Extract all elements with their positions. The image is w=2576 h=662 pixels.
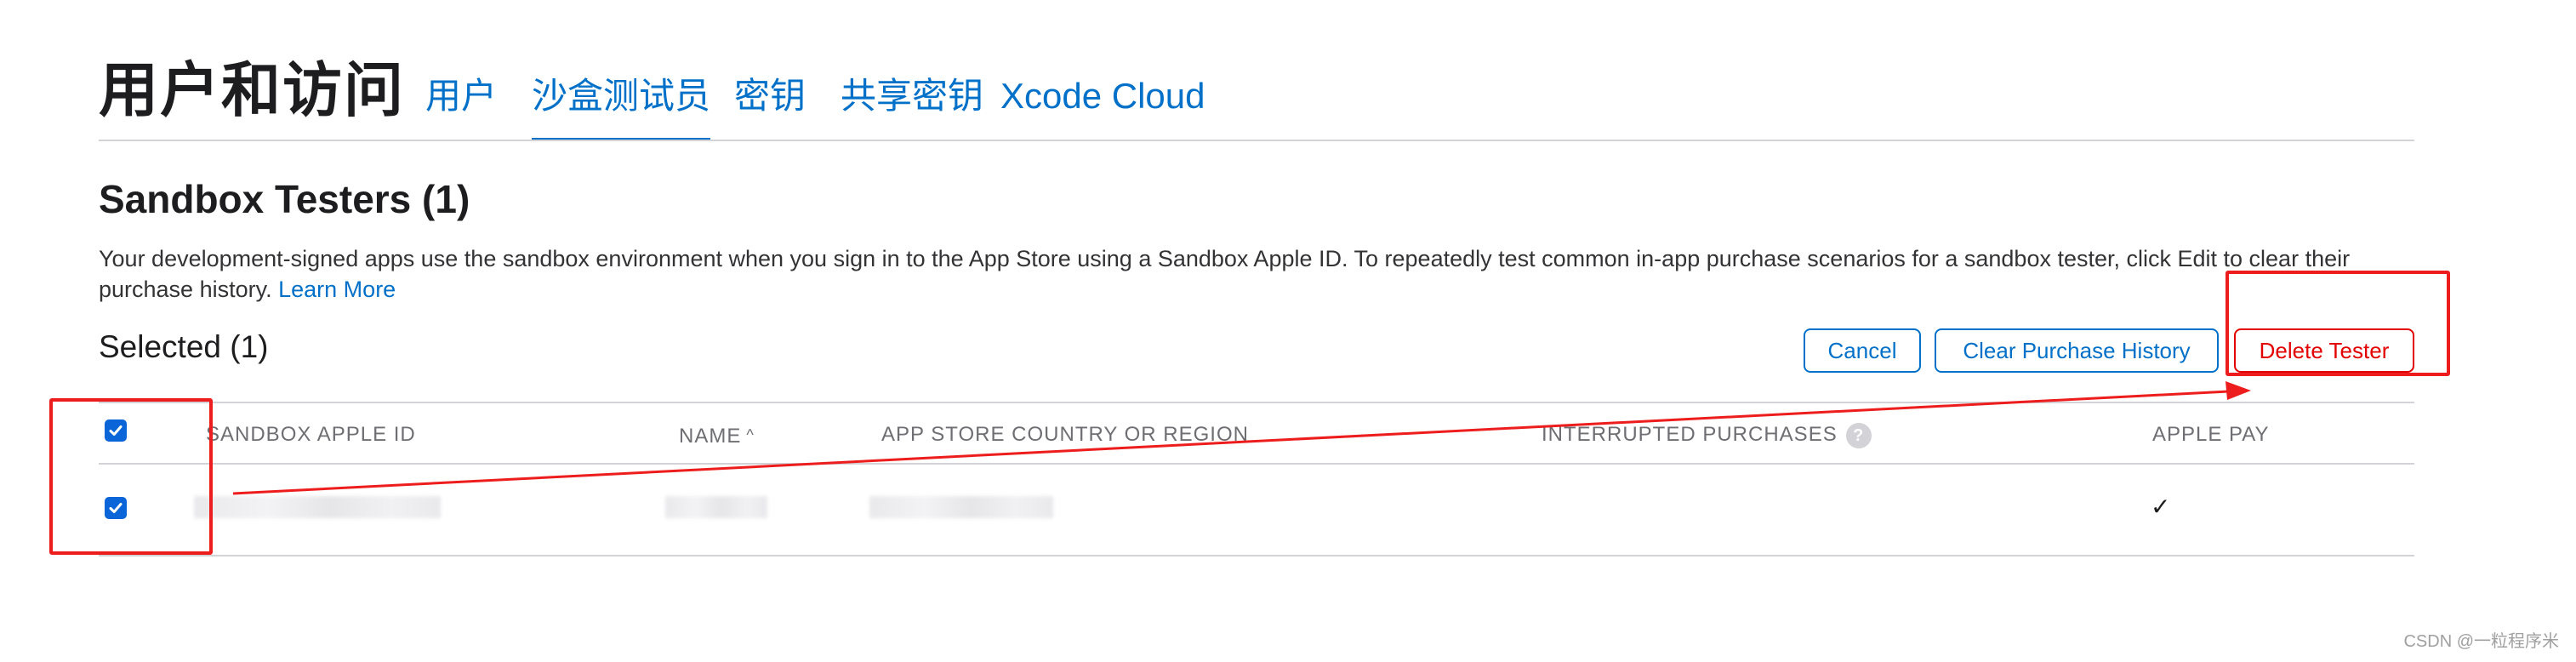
watermark: CSDN @一粒程序米 — [2403, 632, 2559, 651]
page: 用户和访问 用户 沙盒测试员 密钥 共享密钥 Xcode Cloud Sandb… — [0, 0, 2576, 662]
annotation-arrow — [232, 381, 2251, 495]
